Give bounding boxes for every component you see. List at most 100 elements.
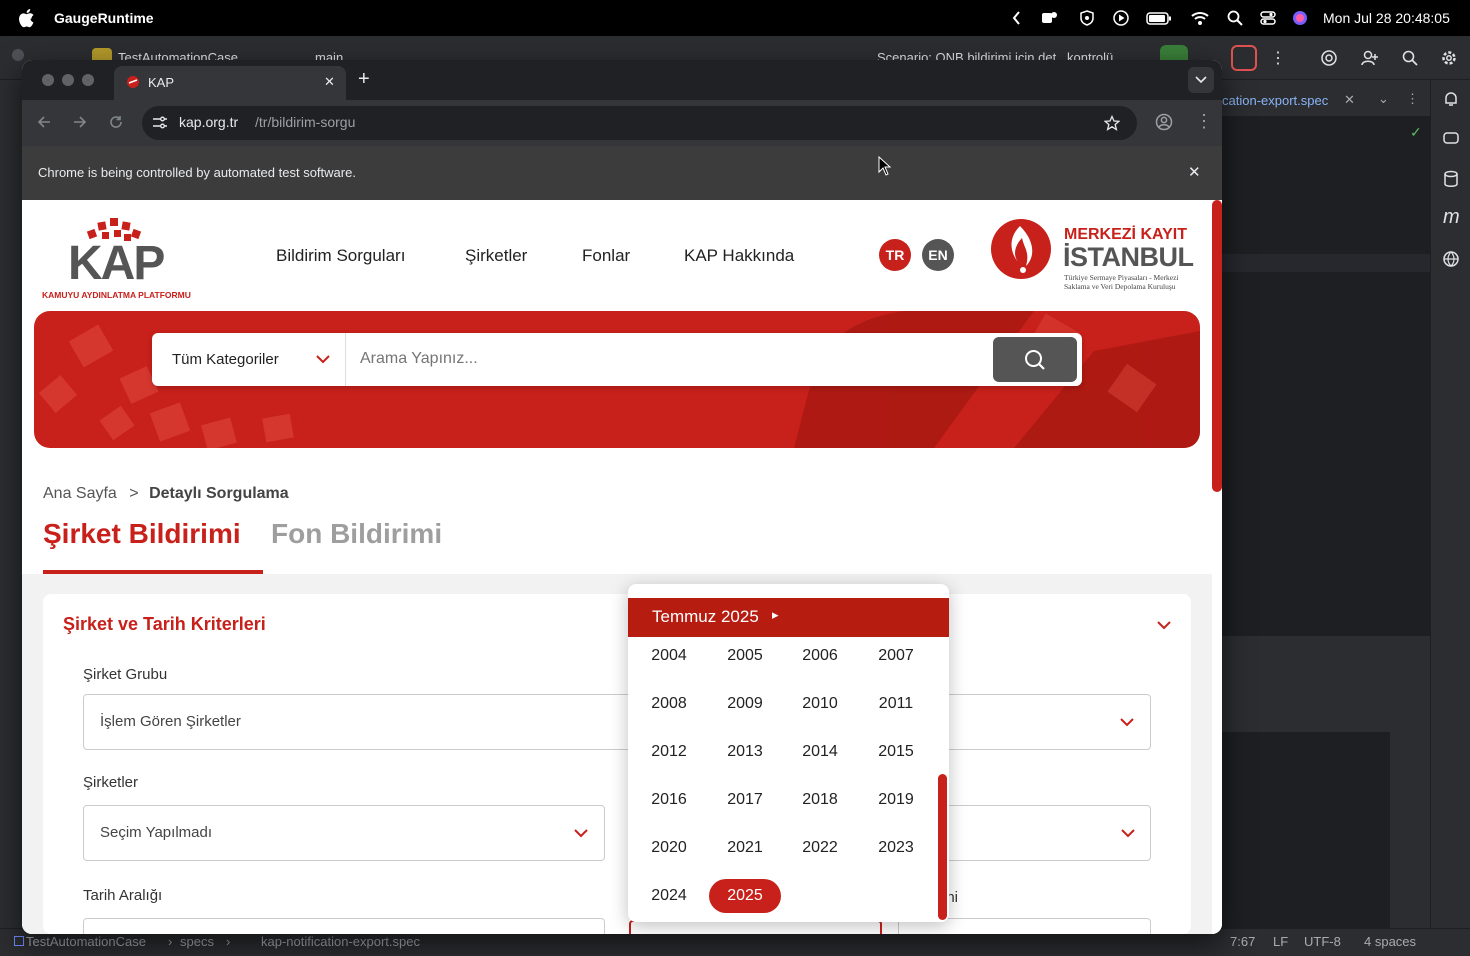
- status-path-dir[interactable]: specs: [180, 934, 214, 949]
- lang-en-button[interactable]: EN: [922, 239, 954, 271]
- breadcrumb-home[interactable]: Ana Sayfa: [43, 485, 117, 502]
- year-option-2024[interactable]: 2024: [633, 879, 705, 913]
- ide-search-icon[interactable]: [1401, 49, 1419, 67]
- editor-more-icon[interactable]: ⋮: [1406, 91, 1419, 107]
- year-option-2006[interactable]: 2006: [784, 639, 856, 673]
- year-option-2012[interactable]: 2012: [633, 735, 705, 769]
- lang-tr-button[interactable]: TR: [879, 239, 911, 271]
- year-option-2018[interactable]: 2018: [784, 783, 856, 817]
- editor-tab-close-icon[interactable]: ✕: [1344, 92, 1355, 108]
- wifi-icon[interactable]: [1190, 9, 1210, 27]
- ai-assistant-icon[interactable]: [1320, 49, 1338, 67]
- app-name[interactable]: GaugeRuntime: [54, 10, 154, 26]
- control-center-icon[interactable]: [1259, 9, 1277, 27]
- year-option-2010[interactable]: 2010: [784, 687, 856, 721]
- company-group-select[interactable]: İşlem Gören Şirketler: [83, 694, 1151, 750]
- web-page: KAP KAMUYU AYDINLATMA PLATFORMU Bildirim…: [22, 200, 1222, 934]
- year-option-2009[interactable]: 2009: [709, 687, 781, 721]
- address-bar[interactable]: kap.org.tr /tr/bildirim-sorgu: [142, 106, 1137, 140]
- companies-select[interactable]: Seçim Yapılmadı: [83, 805, 605, 861]
- year-picker-header[interactable]: Temmuz 2025 ▸: [628, 598, 949, 637]
- tab-sirket-bildirimi[interactable]: Şirket Bildirimi: [43, 518, 241, 550]
- window-close-button[interactable]: [42, 74, 54, 86]
- start-date-input[interactable]: [629, 920, 882, 934]
- spotlight-search-icon[interactable]: [1226, 9, 1244, 27]
- chevron-left-icon[interactable]: [1008, 9, 1026, 27]
- year-option-2020[interactable]: 2020: [633, 831, 705, 865]
- automation-infobar: Chrome is being controlled by automated …: [22, 146, 1222, 200]
- maven-icon[interactable]: m: [1443, 206, 1460, 229]
- kap-logo[interactable]: KAP KAMUYU AYDINLATMA PLATFORMU: [42, 214, 197, 300]
- mkk-logo[interactable]: MERKEZİ KAYIT İSTANBUL Türkiye Sermaye P…: [990, 218, 1195, 294]
- profile-icon[interactable]: [1155, 113, 1173, 131]
- year-picker-scrollbar[interactable]: [938, 774, 947, 920]
- editor-tab[interactable]: cation-export.spec ✕ ⌄ ⋮: [1222, 86, 1430, 116]
- play-circle-icon[interactable]: [1112, 9, 1130, 27]
- browser-tab[interactable]: KAP ✕: [114, 66, 346, 100]
- criteria-title[interactable]: Şirket ve Tarih Kriterleri: [63, 614, 266, 635]
- forward-arrow-icon[interactable]: [72, 114, 88, 130]
- infobar-close-icon[interactable]: ✕: [1188, 163, 1201, 181]
- page-scrollbar[interactable]: [1212, 200, 1222, 492]
- run-console[interactable]: [1222, 732, 1390, 940]
- nav-fonlar[interactable]: Fonlar: [582, 246, 630, 266]
- ai-chat-icon[interactable]: [1442, 130, 1460, 148]
- cursor-position[interactable]: 7:67: [1230, 934, 1255, 949]
- year-option-2008[interactable]: 2008: [633, 687, 705, 721]
- window-minimize-button[interactable]: [62, 74, 74, 86]
- database-icon[interactable]: [1442, 170, 1460, 188]
- web-globe-icon[interactable]: [1442, 250, 1460, 268]
- tab-search-button[interactable]: [1188, 67, 1214, 93]
- year-option-2013[interactable]: 2013: [709, 735, 781, 769]
- more-icon[interactable]: ⋮: [1270, 48, 1286, 68]
- indent-setting[interactable]: 4 spaces: [1364, 934, 1416, 949]
- collapse-chevron-icon[interactable]: [1157, 621, 1171, 630]
- year-option-2015[interactable]: 2015: [860, 735, 932, 769]
- search-button[interactable]: [993, 337, 1077, 382]
- settings-gear-icon[interactable]: [1440, 49, 1458, 67]
- tab-close-icon[interactable]: ✕: [324, 74, 335, 90]
- year-option-2022[interactable]: 2022: [784, 831, 856, 865]
- new-tab-icon[interactable]: +: [358, 68, 370, 91]
- chrome-menu-icon[interactable]: ⋮: [1195, 111, 1213, 132]
- clock[interactable]: Mon Jul 28 20:48:05: [1323, 10, 1450, 26]
- battery-icon[interactable]: [1146, 9, 1172, 27]
- year-option-2025[interactable]: 2025: [709, 879, 781, 913]
- back-arrow-icon[interactable]: [36, 114, 52, 130]
- year-option-2014[interactable]: 2014: [784, 735, 856, 769]
- code-editor[interactable]: ✓: [1222, 116, 1430, 636]
- status-path-file[interactable]: kap-notification-export.spec: [261, 934, 420, 949]
- site-settings-icon[interactable]: [152, 116, 168, 130]
- stop-icon[interactable]: [1231, 45, 1257, 71]
- apple-logo-icon[interactable]: [18, 8, 36, 28]
- line-separator[interactable]: LF: [1273, 934, 1288, 949]
- shield-icon[interactable]: [1078, 9, 1096, 27]
- year-option-2011[interactable]: 2011: [860, 687, 932, 721]
- year-option-2005[interactable]: 2005: [709, 639, 781, 673]
- file-encoding[interactable]: UTF-8: [1304, 934, 1341, 949]
- siri-icon[interactable]: [1291, 9, 1309, 27]
- window-zoom-button[interactable]: [82, 74, 94, 86]
- year-picker-arrow-icon[interactable]: ▸: [772, 607, 779, 623]
- notifications-bell-icon[interactable]: [1442, 90, 1460, 108]
- status-path-root[interactable]: TestAutomationCase: [26, 934, 146, 949]
- year-option-2004[interactable]: 2004: [633, 639, 705, 673]
- search-input[interactable]: [360, 341, 980, 377]
- category-select[interactable]: Tüm Kategoriler: [152, 333, 346, 386]
- year-option-2019[interactable]: 2019: [860, 783, 932, 817]
- teams-icon[interactable]: [1040, 9, 1058, 27]
- reload-icon[interactable]: [108, 114, 124, 130]
- year-option-2021[interactable]: 2021: [709, 831, 781, 865]
- year-option-2023[interactable]: 2023: [860, 831, 932, 865]
- tabs-dropdown-icon[interactable]: ⌄: [1378, 91, 1389, 107]
- year-option-2017[interactable]: 2017: [709, 783, 781, 817]
- year-option-2007[interactable]: 2007: [860, 639, 932, 673]
- date-range-select[interactable]: [83, 918, 605, 934]
- nav-sirketler[interactable]: Şirketler: [465, 246, 527, 266]
- nav-kap-hakkinda[interactable]: KAP Hakkında: [684, 246, 794, 266]
- nav-bildirim-sorgulari[interactable]: Bildirim Sorguları: [276, 246, 405, 266]
- year-option-2016[interactable]: 2016: [633, 783, 705, 817]
- bookmark-star-icon[interactable]: [1104, 115, 1120, 131]
- add-user-icon[interactable]: [1361, 49, 1379, 67]
- tab-fon-bildirimi[interactable]: Fon Bildirimi: [271, 518, 442, 550]
